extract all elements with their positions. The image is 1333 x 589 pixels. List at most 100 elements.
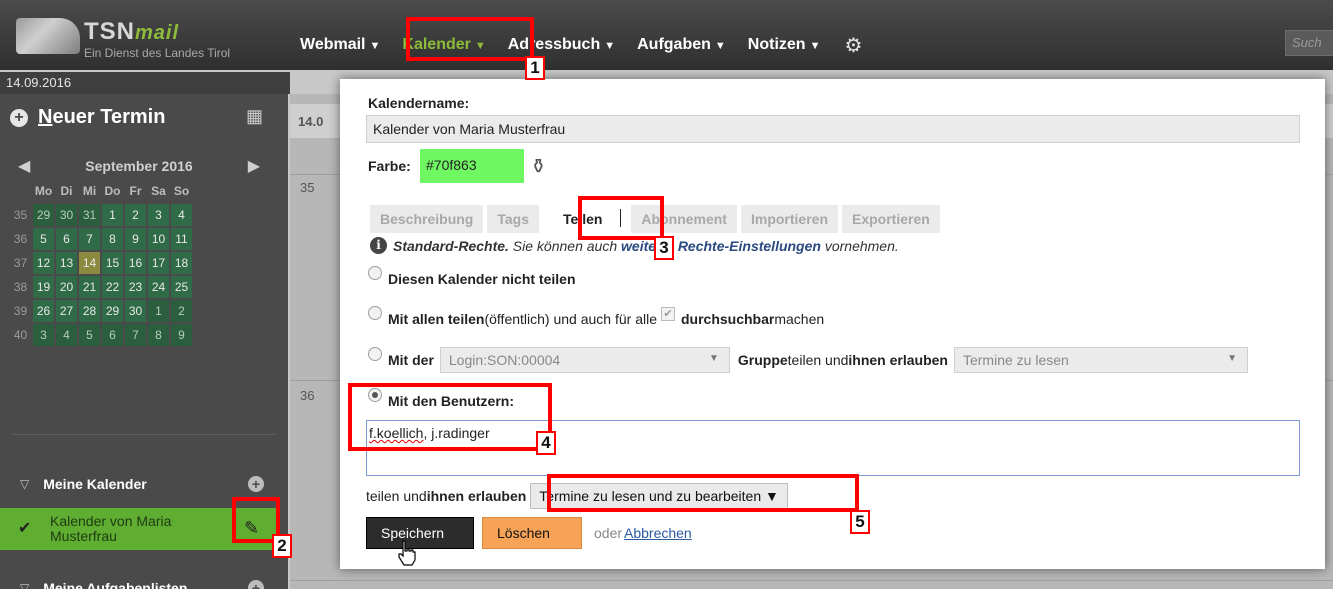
mini-calendar-day[interactable]: 23 bbox=[125, 276, 146, 298]
option-share-all[interactable]: Mit allen teilen (öffentlich) und auch f… bbox=[368, 306, 824, 327]
mini-calendar-day[interactable]: 22 bbox=[102, 276, 123, 298]
mini-calendar-day[interactable]: 5 bbox=[33, 228, 54, 250]
radio-button[interactable] bbox=[368, 306, 382, 320]
mini-calendar-day[interactable]: 10 bbox=[148, 228, 169, 250]
mini-calendar-day[interactable]: 5 bbox=[79, 324, 100, 346]
week-number[interactable]: 40 bbox=[10, 324, 31, 346]
gear-icon[interactable]: ⚙ bbox=[844, 33, 862, 58]
calendar-name-input[interactable]: Kalender von Maria Musterfrau bbox=[366, 115, 1300, 143]
week-number[interactable]: 35 bbox=[10, 204, 31, 226]
calendar-name-label: Kalendername: bbox=[368, 95, 470, 111]
callout-number: 2 bbox=[272, 534, 292, 558]
mini-calendar-day[interactable]: 25 bbox=[171, 276, 192, 298]
calendar-settings-icon[interactable]: ▦ bbox=[246, 106, 263, 127]
week-number: 36 bbox=[300, 388, 315, 403]
mini-calendar-day[interactable]: 7 bbox=[79, 228, 100, 250]
mini-calendar-day[interactable]: 1 bbox=[102, 204, 123, 226]
checkbox-checked-icon[interactable]: ✔ bbox=[18, 518, 31, 538]
checkbox-checked-icon[interactable]: ✔ bbox=[660, 307, 675, 321]
radio-button[interactable] bbox=[368, 347, 382, 361]
cancel-link[interactable]: Abbrechen bbox=[624, 525, 692, 541]
week-number[interactable]: 39 bbox=[10, 300, 31, 322]
mini-calendar-day[interactable]: 7 bbox=[125, 324, 146, 346]
mini-calendar-day[interactable]: 8 bbox=[102, 228, 123, 250]
mini-calendar-day[interactable]: 6 bbox=[56, 228, 77, 250]
mini-calendar-day[interactable]: 12 bbox=[33, 252, 54, 274]
mini-calendar-day[interactable]: 11 bbox=[171, 228, 192, 250]
mini-calendar-day[interactable]: 20 bbox=[56, 276, 77, 298]
tab-importieren[interactable]: Importieren bbox=[740, 205, 838, 233]
mini-calendar-week: 36 5 6 7 8 9 10 11 bbox=[10, 228, 192, 250]
mini-calendar-day[interactable]: 26 bbox=[33, 300, 54, 322]
prev-month-arrow-icon[interactable]: ◀ bbox=[18, 156, 30, 176]
my-calendars-header[interactable]: ▽ Meine Kalender bbox=[20, 476, 147, 492]
divider bbox=[12, 434, 276, 435]
nav-notizen[interactable]: Notizen ▼ bbox=[748, 36, 821, 54]
mini-calendar-day[interactable]: 4 bbox=[171, 204, 192, 226]
weekday-header: Di bbox=[60, 184, 73, 198]
mini-calendar-day[interactable]: 13 bbox=[56, 252, 77, 274]
caret-down-icon: ▼ bbox=[369, 40, 381, 52]
mini-calendar-day[interactable]: 8 bbox=[148, 324, 169, 346]
current-date: 14.09.2016 bbox=[0, 72, 290, 94]
mini-calendar-day[interactable]: 1 bbox=[148, 300, 169, 322]
search-input[interactable]: Such bbox=[1285, 30, 1333, 56]
tab-beschreibung[interactable]: Beschreibung bbox=[370, 205, 484, 233]
radio-button[interactable] bbox=[368, 266, 382, 280]
new-event-button[interactable]: + Neuer Termin bbox=[10, 106, 165, 129]
mini-calendar-day[interactable]: 28 bbox=[79, 300, 100, 322]
tab-tags[interactable]: Tags bbox=[487, 205, 539, 233]
group-permission-select[interactable]: Termine zu lesen ▼ bbox=[953, 347, 1248, 373]
mini-calendar-day[interactable]: 3 bbox=[33, 324, 54, 346]
weekday-header: Fr bbox=[129, 184, 142, 198]
mini-calendar-day[interactable]: 27 bbox=[56, 300, 77, 322]
color-picker-icon[interactable]: ⚱ bbox=[530, 154, 547, 179]
callout-number: 1 bbox=[525, 56, 545, 80]
delete-button[interactable]: Löschen bbox=[482, 517, 582, 549]
mini-calendar-day[interactable]: 6 bbox=[102, 324, 123, 346]
mini-calendar-day[interactable]: 30 bbox=[56, 204, 77, 226]
tab-exportieren[interactable]: Exportieren bbox=[842, 205, 940, 233]
mini-calendar-day[interactable]: 2 bbox=[171, 300, 192, 322]
nav-aufgaben[interactable]: Aufgaben ▼ bbox=[637, 36, 726, 54]
option-share-group[interactable]: Mit der Login:SON:00004 ▼ Gruppe teilen u… bbox=[368, 347, 1248, 373]
week-number[interactable]: 37 bbox=[10, 252, 31, 274]
nav-webmail[interactable]: Webmail ▼ bbox=[300, 36, 380, 54]
add-tasklist-icon[interactable]: + bbox=[248, 580, 264, 589]
save-button[interactable]: Speichern bbox=[366, 517, 474, 549]
mini-calendar-day[interactable]: 2 bbox=[125, 204, 146, 226]
my-tasklists-header[interactable]: ▽ Meine Aufgabenlisten bbox=[20, 580, 187, 589]
mini-calendar-day[interactable]: 30 bbox=[125, 300, 146, 322]
mini-calendar-day[interactable]: 29 bbox=[102, 300, 123, 322]
option-no-share[interactable]: Diesen Kalender nicht teilen bbox=[368, 266, 576, 287]
group-select[interactable]: Login:SON:00004 ▼ bbox=[439, 347, 730, 373]
mini-calendar-week: 40 3 4 5 6 7 8 9 bbox=[10, 324, 192, 346]
week-number[interactable]: 36 bbox=[10, 228, 31, 250]
view-date: 14.0 bbox=[298, 114, 324, 129]
mini-calendar-week: 37 12 13 14 15 16 17 18 bbox=[10, 252, 192, 274]
collapse-triangle-icon: ▽ bbox=[20, 477, 30, 491]
next-month-arrow-icon[interactable]: ▶ bbox=[248, 156, 260, 176]
mini-calendar-day[interactable]: 15 bbox=[102, 252, 123, 274]
mini-calendar-day[interactable]: 18 bbox=[171, 252, 192, 274]
mini-calendar-day[interactable]: 4 bbox=[56, 324, 77, 346]
callout-number: 3 bbox=[654, 236, 674, 260]
mini-calendar-today[interactable]: 14 bbox=[79, 252, 100, 274]
mini-calendar-day[interactable]: 3 bbox=[148, 204, 169, 226]
mini-calendar-day[interactable]: 17 bbox=[148, 252, 169, 274]
mini-calendar-day[interactable]: 9 bbox=[125, 228, 146, 250]
mini-calendar-day[interactable]: 16 bbox=[125, 252, 146, 274]
mini-calendar-day[interactable]: 31 bbox=[79, 204, 100, 226]
mini-calendar-day[interactable]: 9 bbox=[171, 324, 192, 346]
callout-box bbox=[406, 17, 534, 61]
mini-calendar-day[interactable]: 21 bbox=[79, 276, 100, 298]
mini-calendar-day[interactable]: 29 bbox=[33, 204, 54, 226]
mini-calendar-day[interactable]: 19 bbox=[33, 276, 54, 298]
week-number[interactable]: 38 bbox=[10, 276, 31, 298]
caret-down-icon: ▼ bbox=[809, 40, 821, 52]
color-input[interactable]: #70f863 bbox=[420, 149, 524, 183]
mini-calendar-day[interactable]: 24 bbox=[148, 276, 169, 298]
tsn-logo[interactable]: TSNmail Ein Dienst des Landes Tirol bbox=[12, 14, 272, 62]
add-calendar-icon[interactable]: + bbox=[248, 476, 264, 492]
dropdown-arrow-icon: ▼ bbox=[708, 353, 719, 364]
